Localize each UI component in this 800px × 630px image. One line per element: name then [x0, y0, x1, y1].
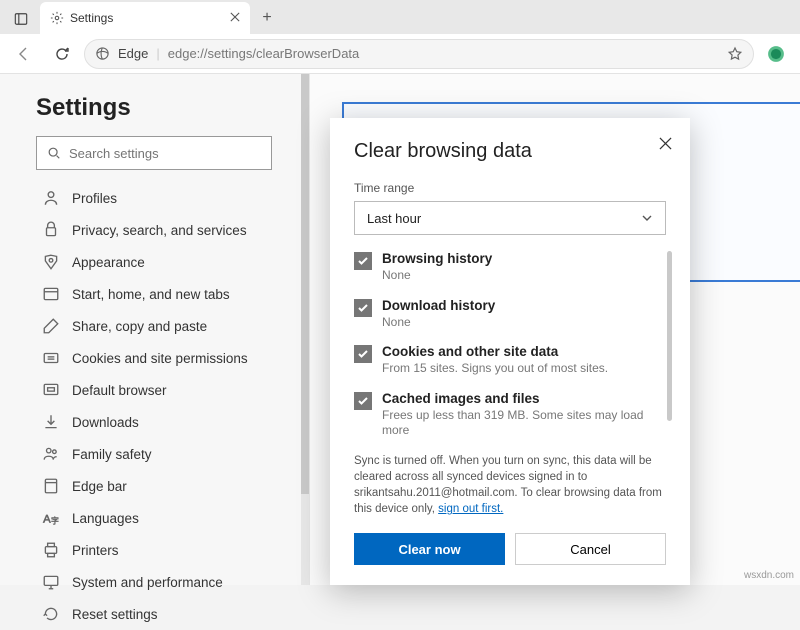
sidebar-item-label: Start, home, and new tabs	[72, 287, 230, 302]
search-icon	[47, 146, 61, 160]
sidebar-item-icon	[42, 381, 60, 399]
toolbar: Edge | edge://settings/clearBrowserData	[0, 34, 800, 74]
refresh-button[interactable]	[46, 38, 78, 70]
checkbox[interactable]	[354, 345, 372, 363]
data-type-option[interactable]: Download history None	[354, 298, 666, 331]
sidebar-item-label: Languages	[72, 511, 139, 526]
checkbox[interactable]	[354, 252, 372, 270]
chevron-down-icon	[641, 212, 653, 224]
sidebar-item-icon	[42, 573, 60, 591]
data-type-option[interactable]: Cookies and other site data From 15 site…	[354, 344, 666, 377]
sidebar-item-label: Downloads	[72, 415, 139, 430]
browser-tab[interactable]: Settings	[40, 2, 250, 34]
sidebar-item-icon	[42, 349, 60, 367]
profile-avatar[interactable]	[760, 38, 792, 70]
edge-logo-icon	[95, 46, 110, 61]
sidebar-item[interactable]: Start, home, and new tabs	[36, 278, 305, 310]
sync-note: Sync is turned off. When you turn on syn…	[354, 453, 666, 517]
clear-browsing-data-dialog: Clear browsing data Time range Last hour…	[330, 118, 690, 585]
sidebar-item-icon	[42, 253, 60, 271]
cancel-button[interactable]: Cancel	[515, 533, 666, 565]
options-scrollbar[interactable]	[667, 251, 672, 421]
tab-actions-button[interactable]	[6, 4, 36, 34]
tab-title: Settings	[70, 11, 113, 25]
sidebar-item-label: Privacy, search, and services	[72, 223, 247, 238]
sidebar-item[interactable]: Downloads	[36, 406, 305, 438]
clear-now-button[interactable]: Clear now	[354, 533, 505, 565]
sidebar-item[interactable]: Appearance	[36, 246, 305, 278]
back-button[interactable]	[8, 38, 40, 70]
option-sublabel: Frees up less than 319 MB. Some sites ma…	[382, 408, 666, 439]
sidebar-item[interactable]: Default browser	[36, 374, 305, 406]
sidebar-item-label: Printers	[72, 543, 119, 558]
favorite-icon[interactable]	[727, 46, 743, 62]
sidebar-item-icon: A字	[42, 509, 60, 527]
tab-bar: Settings +	[0, 0, 800, 34]
svg-text:A: A	[43, 514, 51, 526]
sidebar-item[interactable]: Printers	[36, 534, 305, 566]
scrollbar-thumb[interactable]	[301, 74, 309, 494]
svg-text:字: 字	[51, 516, 59, 526]
sidebar-item[interactable]: Edge bar	[36, 470, 305, 502]
sidebar-item-label: Share, copy and paste	[72, 319, 207, 334]
sidebar-item[interactable]: Profiles	[36, 182, 305, 214]
sidebar-item[interactable]: Cookies and site permissions	[36, 342, 305, 374]
sidebar-item-icon	[42, 413, 60, 431]
option-label: Download history	[382, 298, 495, 313]
sidebar-item[interactable]: System and performance	[36, 566, 305, 598]
sidebar-item-label: Default browser	[72, 383, 167, 398]
option-sublabel: None	[382, 268, 492, 284]
sidebar-item-icon	[42, 221, 60, 239]
checkbox[interactable]	[354, 392, 372, 410]
dialog-title: Clear browsing data	[354, 140, 666, 163]
close-button[interactable]	[654, 132, 676, 154]
sidebar-item-icon	[42, 541, 60, 559]
sidebar-item-icon	[42, 317, 60, 335]
data-type-option[interactable]: Browsing history None	[354, 251, 666, 284]
sidebar-item-label: Edge bar	[72, 479, 127, 494]
profile-label: Edge	[118, 46, 148, 61]
sidebar-item-icon	[42, 285, 60, 303]
sidebar-item[interactable]: Family safety	[36, 438, 305, 470]
sidebar-item[interactable]: Reset settings	[36, 598, 305, 630]
search-settings-input[interactable]	[36, 136, 272, 170]
sidebar-item-icon	[42, 477, 60, 495]
option-label: Cached images and files	[382, 391, 666, 406]
sidebar-item-label: Profiles	[72, 191, 117, 206]
data-type-list: Browsing history None Download history N…	[354, 251, 666, 439]
sidebar-item[interactable]: Privacy, search, and services	[36, 214, 305, 246]
address-bar[interactable]: Edge | edge://settings/clearBrowserData	[84, 39, 754, 69]
sidebar-item-icon	[42, 189, 60, 207]
time-range-label: Time range	[354, 181, 666, 195]
sign-out-link[interactable]: sign out first.	[438, 503, 503, 515]
watermark: wsxdn.com	[744, 570, 794, 581]
sidebar-item-label: Appearance	[72, 255, 145, 270]
sidebar-item-label: Cookies and site permissions	[72, 351, 248, 366]
sidebar-item-label: System and performance	[72, 575, 223, 590]
sidebar-item[interactable]: Share, copy and paste	[36, 310, 305, 342]
checkbox[interactable]	[354, 299, 372, 317]
sidebar-item-label: Family safety	[72, 447, 152, 462]
option-label: Browsing history	[382, 251, 492, 266]
page-title: Settings	[36, 94, 305, 122]
sidebar-item-label: Reset settings	[72, 607, 158, 622]
sidebar-item[interactable]: A字 Languages	[36, 502, 305, 534]
data-type-option[interactable]: Cached images and files Frees up less th…	[354, 391, 666, 439]
time-range-select[interactable]: Last hour	[354, 201, 666, 235]
gear-icon	[50, 11, 64, 25]
option-sublabel: From 15 sites. Signs you out of most sit…	[382, 361, 608, 377]
option-label: Cookies and other site data	[382, 344, 608, 359]
close-tab-icon[interactable]	[230, 11, 240, 25]
option-sublabel: None	[382, 315, 495, 331]
sidebar-item-icon	[42, 445, 60, 463]
settings-sidebar: Settings Profiles Privacy, search, and s…	[0, 74, 310, 585]
sidebar-item-icon	[42, 605, 60, 623]
new-tab-button[interactable]: +	[250, 2, 284, 34]
